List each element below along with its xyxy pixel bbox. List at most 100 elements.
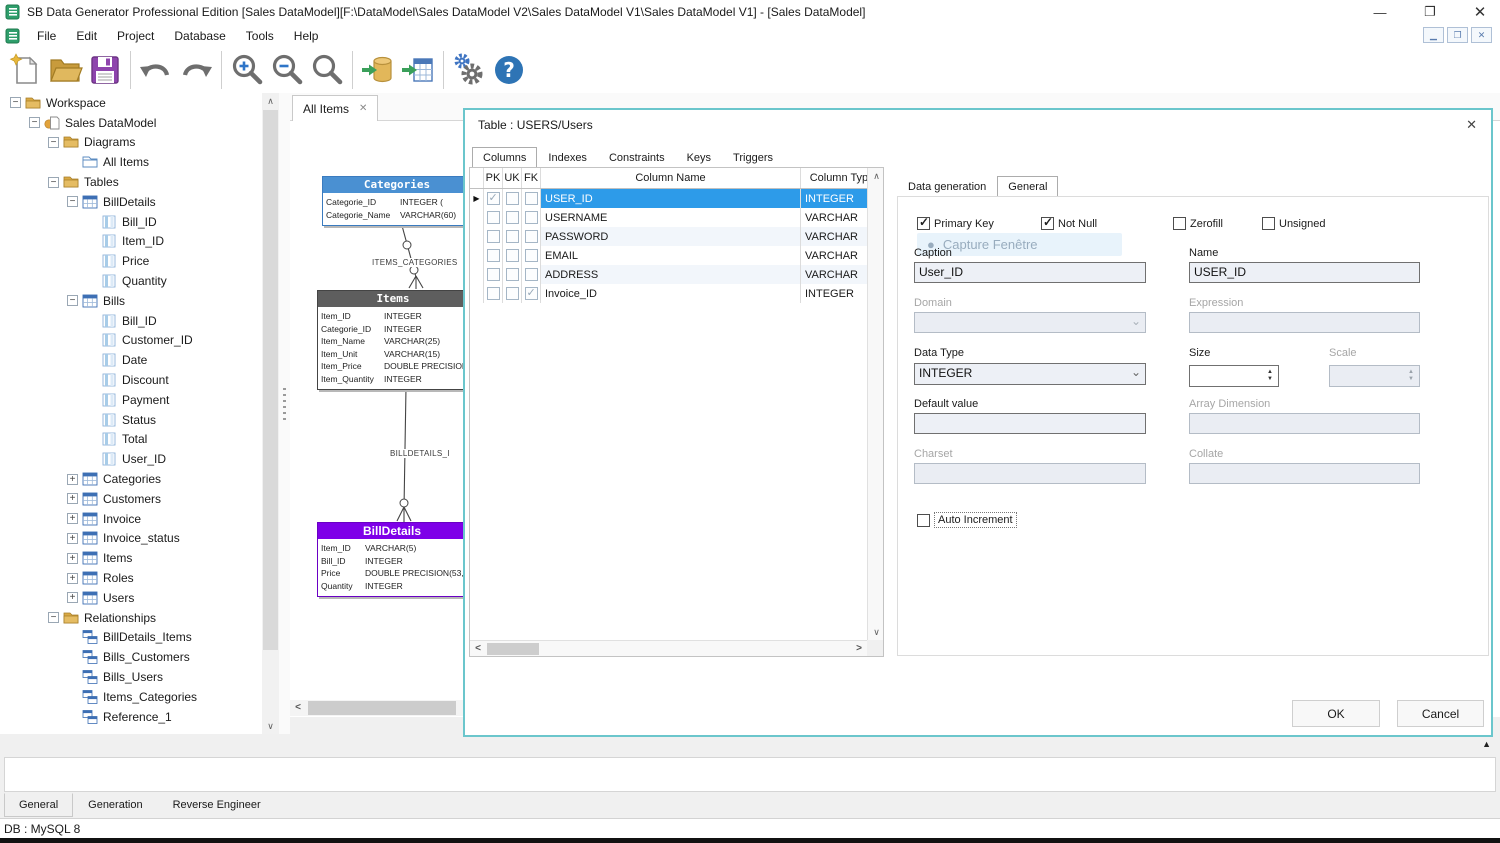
tree-item-billdetails[interactable]: −BillDetails [0, 192, 262, 212]
checkbox-unsigned[interactable]: Unsigned [1262, 217, 1325, 230]
expand-icon[interactable]: + [67, 553, 78, 564]
tree-item-customer-id[interactable]: Customer_ID [0, 331, 262, 351]
bottom-tab-general[interactable]: General [4, 793, 73, 817]
generate-table-button[interactable] [398, 50, 438, 90]
expand-icon[interactable]: + [67, 493, 78, 504]
collapse-icon[interactable]: − [48, 137, 59, 148]
expand-icon[interactable]: + [67, 474, 78, 485]
scroll-left-icon[interactable]: < [290, 700, 306, 716]
column-name-cell[interactable]: USER_ID [541, 189, 801, 208]
column-name-cell[interactable]: ADDRESS [541, 265, 801, 284]
grid-row-email[interactable]: EMAILVARCHAR [470, 246, 883, 265]
spinner-down-icon[interactable]: ▼ [1264, 376, 1276, 383]
diagram-horizontal-scrollbar[interactable]: < [290, 700, 465, 716]
minimize-icon[interactable]: — [1370, 5, 1390, 20]
caption-input[interactable]: User_ID [914, 262, 1146, 283]
zoom-button[interactable] [307, 50, 347, 90]
unchecked-icon[interactable] [1262, 217, 1275, 230]
uk-checkbox[interactable] [503, 246, 522, 265]
tree-item-customers[interactable]: +Customers [0, 489, 262, 509]
menu-edit[interactable]: Edit [66, 29, 107, 43]
entity-billdetails[interactable]: BillDetails Item_IDVARCHAR(5)Bill_IDINTE… [317, 522, 467, 597]
tree-item-sales-datamodel[interactable]: −Sales DataModel [0, 113, 262, 133]
dialog-tab-constraints[interactable]: Constraints [598, 147, 676, 168]
tree-item-categories[interactable]: +Categories [0, 469, 262, 489]
scrollbar-thumb[interactable] [263, 110, 278, 650]
tree-item-quantity[interactable]: Quantity [0, 271, 262, 291]
tree-item-discount[interactable]: Discount [0, 370, 262, 390]
collapse-icon[interactable]: − [48, 177, 59, 188]
scroll-down-icon[interactable]: ∨ [262, 718, 279, 734]
auto-increment-checkbox[interactable]: Auto Increment [917, 512, 1017, 528]
mdi-minimize-icon[interactable]: ▁ [1423, 27, 1444, 43]
tree-item-bill-id[interactable]: Bill_ID [0, 212, 262, 232]
tree-item-users[interactable]: +Users [0, 588, 262, 608]
menu-help[interactable]: Help [284, 29, 329, 43]
scroll-up-icon[interactable]: ∧ [868, 168, 885, 184]
menu-project[interactable]: Project [107, 29, 164, 43]
collapse-icon[interactable]: − [67, 295, 78, 306]
collapse-panel-icon[interactable]: ▲ [1482, 739, 1491, 749]
pk-checkbox[interactable] [484, 265, 503, 284]
tree-item-tables[interactable]: −Tables [0, 172, 262, 192]
bottom-tab-reverse-engineer[interactable]: Reverse Engineer [158, 793, 276, 817]
collapse-icon[interactable]: − [29, 117, 40, 128]
column-name-cell[interactable]: PASSWORD [541, 227, 801, 246]
tree-item-bill-id[interactable]: Bill_ID [0, 311, 262, 331]
pk-checkbox[interactable] [484, 246, 503, 265]
expand-icon[interactable]: + [67, 513, 78, 524]
spinner-up-icon[interactable]: ▲ [1264, 369, 1276, 376]
tree-item-diagrams[interactable]: −Diagrams [0, 133, 262, 153]
checkbox-icon[interactable] [917, 514, 930, 527]
pk-checkbox[interactable] [484, 189, 503, 208]
uk-checkbox[interactable] [503, 208, 522, 227]
expand-icon[interactable]: + [67, 573, 78, 584]
fk-checkbox[interactable] [522, 265, 541, 284]
fk-header[interactable]: FK [522, 168, 541, 188]
uk-checkbox[interactable] [503, 189, 522, 208]
pk-header[interactable]: PK [484, 168, 503, 188]
menu-file[interactable]: File [27, 29, 66, 43]
panel-tab-data-generation[interactable]: Data generation [897, 176, 997, 197]
entity-items[interactable]: Items Item_IDINTEGERCategorie_IDINTEGERI… [317, 290, 469, 390]
fk-checkbox[interactable] [522, 227, 541, 246]
grid-row-password[interactable]: PASSWORDVARCHAR [470, 227, 883, 246]
collapse-icon[interactable]: − [10, 97, 21, 108]
checked-icon[interactable] [1041, 217, 1054, 230]
grid-row-address[interactable]: ADDRESSVARCHAR [470, 265, 883, 284]
scroll-down-icon[interactable]: ∨ [868, 624, 885, 640]
tree-item-bills[interactable]: −Bills [0, 291, 262, 311]
checked-icon[interactable] [917, 217, 930, 230]
new-file-button[interactable] [5, 50, 45, 90]
data-type-select[interactable]: INTEGER⌄ [914, 363, 1146, 385]
menu-tools[interactable]: Tools [236, 29, 284, 43]
grid-row-user-id[interactable]: ▶USER_IDINTEGER [470, 189, 883, 208]
column-name-header[interactable]: Column Name [541, 168, 801, 188]
unchecked-icon[interactable] [1173, 217, 1186, 230]
settings-button[interactable] [449, 50, 489, 90]
collapse-icon[interactable]: − [48, 612, 59, 623]
tree-item-bills-customers[interactable]: Bills_Customers [0, 647, 262, 667]
column-name-cell[interactable]: USERNAME [541, 208, 801, 227]
scroll-left-icon[interactable]: < [470, 641, 486, 656]
tree-item-payment[interactable]: Payment [0, 390, 262, 410]
scrollbar-thumb[interactable] [487, 643, 539, 655]
tree-item-item-id[interactable]: Item_ID [0, 232, 262, 252]
cancel-button[interactable]: Cancel [1397, 700, 1484, 727]
dialog-tab-triggers[interactable]: Triggers [722, 147, 784, 168]
mdi-close-icon[interactable]: ✕ [1471, 27, 1492, 43]
uk-checkbox[interactable] [503, 265, 522, 284]
dialog-tab-indexes[interactable]: Indexes [537, 147, 598, 168]
menu-database[interactable]: Database [164, 29, 235, 43]
tree-item-relationships[interactable]: −Relationships [0, 608, 262, 628]
zoom-out-button[interactable] [267, 50, 307, 90]
tree-item-user-id[interactable]: User_ID [0, 449, 262, 469]
column-name-cell[interactable]: Invoice_ID [541, 284, 801, 303]
tree-item-date[interactable]: Date [0, 350, 262, 370]
tree-item-workspace[interactable]: −Workspace [0, 93, 262, 113]
fk-checkbox[interactable] [522, 284, 541, 303]
uk-checkbox[interactable] [503, 227, 522, 246]
dialog-tab-columns[interactable]: Columns [472, 147, 537, 168]
tree-item-total[interactable]: Total [0, 430, 262, 450]
entity-categories[interactable]: Categories Categorie_IDINTEGER (Categori… [322, 176, 472, 226]
